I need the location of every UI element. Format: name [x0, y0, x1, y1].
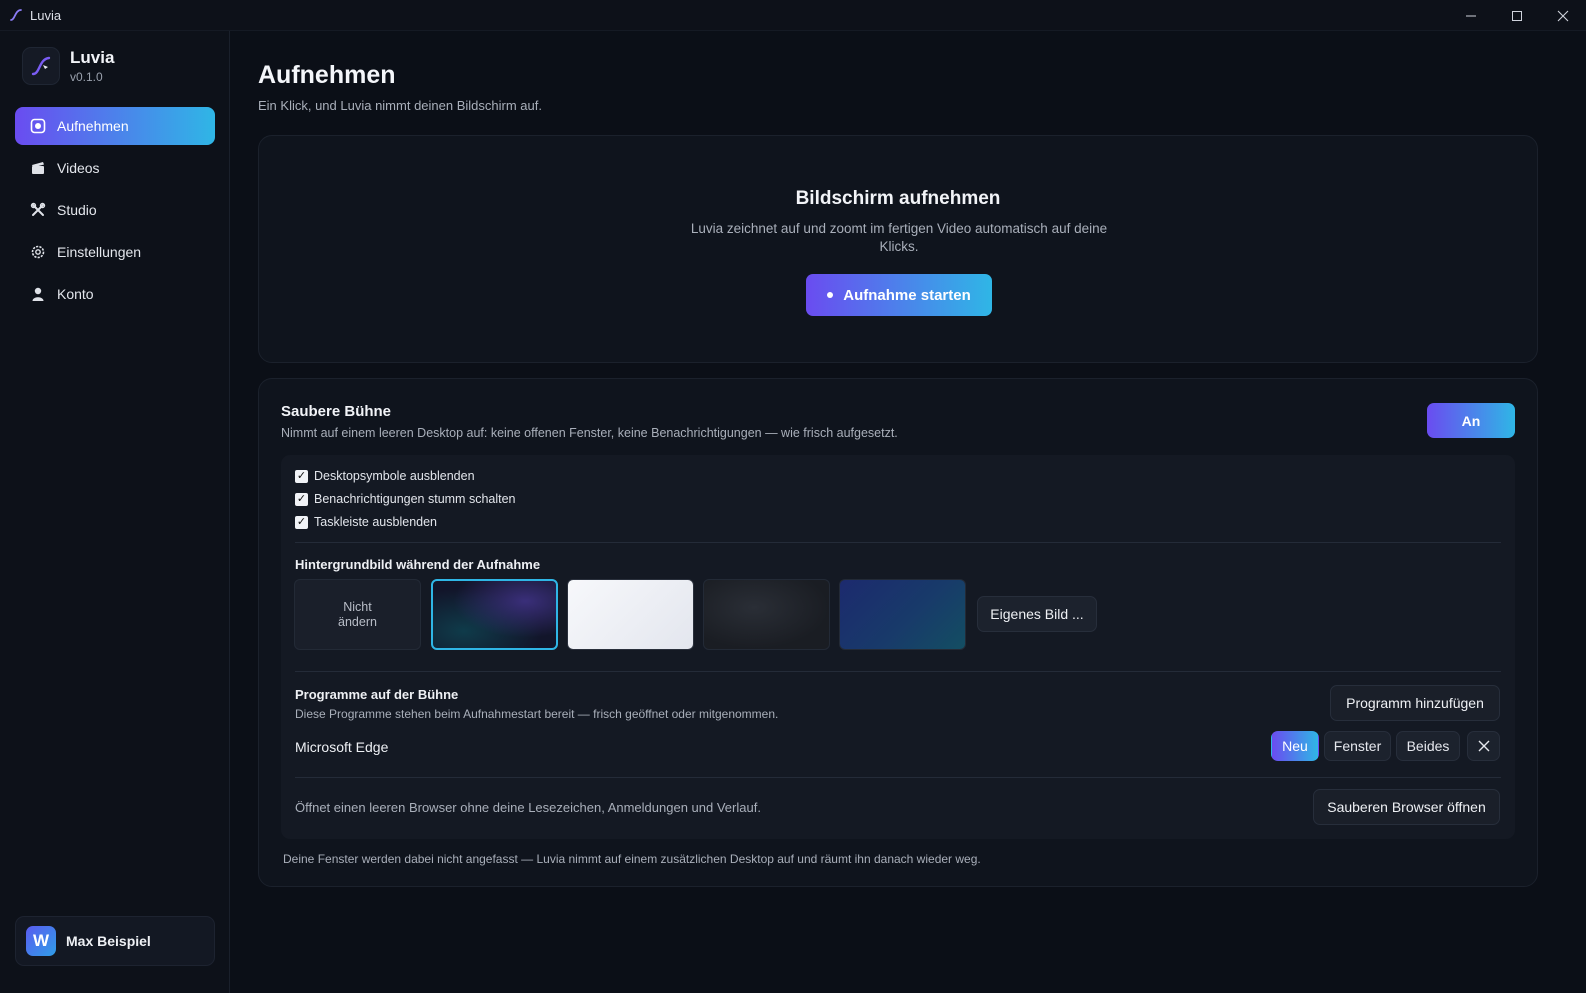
minimize-button[interactable]: [1448, 0, 1494, 31]
brand-logo-icon: [22, 47, 60, 85]
option-label: Desktopsymbole ausblenden: [314, 469, 475, 483]
sidebar: Luvia v0.1.0 Aufnehmen Videos Studio Ein…: [0, 31, 230, 993]
record-card-description: Luvia zeichnet auf und zoomt im fertigen…: [690, 221, 1108, 254]
record-card: Bildschirm aufnehmen Luvia zeichnet auf …: [258, 135, 1538, 363]
clean-stage-description: Nimmt auf einem leeren Desktop auf: kein…: [281, 426, 898, 440]
tools-icon: [29, 201, 47, 219]
sidebar-item-einstellungen[interactable]: Einstellungen: [15, 233, 215, 271]
wallpaper-none-label: Nicht ändern: [338, 599, 377, 629]
user-card[interactable]: W Max Beispiel: [15, 916, 215, 966]
divider: [295, 671, 1501, 672]
sidebar-item-studio[interactable]: Studio: [15, 191, 215, 229]
brand: Luvia v0.1.0: [22, 47, 114, 85]
clean-browser-description: Öffnet einen leeren Browser ohne deine L…: [295, 800, 761, 815]
clean-stage-card: Saubere Bühne Nimmt auf einem leeren Des…: [258, 378, 1538, 887]
window-title: Luvia: [30, 7, 62, 23]
record-dot-icon: [827, 292, 834, 298]
wallpaper-label: Hintergrundbild während der Aufnahme: [295, 557, 541, 572]
programs-label: Programme auf der Bühne: [295, 687, 459, 702]
maximize-button[interactable]: [1494, 0, 1540, 31]
record-card-title: Bildschirm aufnehmen: [795, 188, 1001, 209]
close-icon: [1478, 740, 1489, 752]
user-name: Max Beispiel: [66, 933, 151, 949]
wallpaper-option-dark-nebula[interactable]: [431, 579, 558, 650]
clean-stage-title: Saubere Bühne: [281, 403, 392, 420]
close-icon: [1557, 10, 1569, 21]
sidebar-item-label: Videos: [57, 160, 100, 176]
user-icon: [29, 285, 47, 303]
gear-icon: [29, 243, 47, 261]
option-label: Benachrichtigungen stumm schalten: [314, 492, 516, 506]
option-label: Taskleiste ausblenden: [314, 515, 437, 529]
add-program-button[interactable]: Programm hinzufügen: [1330, 685, 1500, 721]
checkbox-checked-icon[interactable]: ✓: [295, 515, 308, 529]
sidebar-item-videos[interactable]: Videos: [15, 149, 215, 187]
option-hide-taskbar[interactable]: ✓ Taskleiste ausblenden: [295, 515, 437, 529]
sidebar-item-label: Studio: [57, 202, 97, 218]
page-subtitle: Ein Klick, und Luvia nimmt deinen Bildsc…: [258, 98, 542, 113]
clapperboard-icon: [29, 159, 47, 177]
option-hide-desktop-icons[interactable]: ✓ Desktopsymbole ausblenden: [295, 469, 475, 483]
clean-stage-footer: Deine Fenster werden dabei nicht angefas…: [283, 852, 981, 866]
mode-both-button[interactable]: Beides: [1396, 731, 1460, 761]
clean-stage-toggle[interactable]: An: [1427, 403, 1515, 438]
mode-new-button[interactable]: Neu: [1271, 731, 1319, 761]
checkbox-checked-icon[interactable]: ✓: [295, 469, 308, 483]
own-image-button[interactable]: Eigenes Bild ...: [977, 596, 1097, 632]
divider: [295, 777, 1501, 778]
program-name: Microsoft Edge: [295, 739, 389, 755]
clean-stage-options: ✓ Desktopsymbole ausblenden ✓ Benachrich…: [281, 455, 1515, 839]
sidebar-item-aufnehmen[interactable]: Aufnehmen: [15, 107, 215, 145]
option-mute-notifications[interactable]: ✓ Benachrichtigungen stumm schalten: [295, 492, 516, 506]
wallpaper-option-none[interactable]: Nicht ändern: [294, 579, 421, 650]
checkbox-checked-icon[interactable]: ✓: [295, 492, 308, 506]
divider: [295, 542, 1501, 543]
remove-program-button[interactable]: [1467, 731, 1500, 761]
page-title: Aufnehmen: [258, 61, 396, 89]
sidebar-nav: Aufnehmen Videos Studio Einstellungen Ko…: [15, 107, 215, 317]
sidebar-item-label: Einstellungen: [57, 244, 142, 260]
minimize-icon: [1466, 15, 1476, 16]
start-recording-button[interactable]: Aufnahme starten: [806, 274, 992, 316]
app-logo-icon: [10, 9, 22, 21]
wallpaper-option-blue[interactable]: [839, 579, 966, 650]
wallpaper-option-graphite[interactable]: [703, 579, 830, 650]
app-name: Luvia: [70, 48, 115, 67]
sidebar-item-konto[interactable]: Konto: [15, 275, 215, 313]
app-version: v0.1.0: [70, 70, 103, 84]
sidebar-item-label: Aufnehmen: [57, 118, 129, 134]
title-bar: Luvia: [0, 0, 1586, 31]
avatar: W: [26, 926, 56, 956]
mode-window-button[interactable]: Fenster: [1324, 731, 1391, 761]
open-clean-browser-button[interactable]: Sauberen Browser öffnen: [1313, 789, 1500, 825]
maximize-icon: [1512, 10, 1522, 21]
sidebar-item-label: Konto: [57, 286, 94, 302]
start-recording-label: Aufnahme starten: [843, 286, 971, 304]
wallpaper-option-light[interactable]: [567, 579, 694, 650]
close-window-button[interactable]: [1540, 0, 1586, 31]
programs-description: Diese Programme stehen beim Aufnahmestar…: [295, 707, 779, 721]
main-content: Aufnehmen Ein Klick, und Luvia nimmt dei…: [230, 31, 1586, 993]
record-icon: [29, 117, 47, 135]
